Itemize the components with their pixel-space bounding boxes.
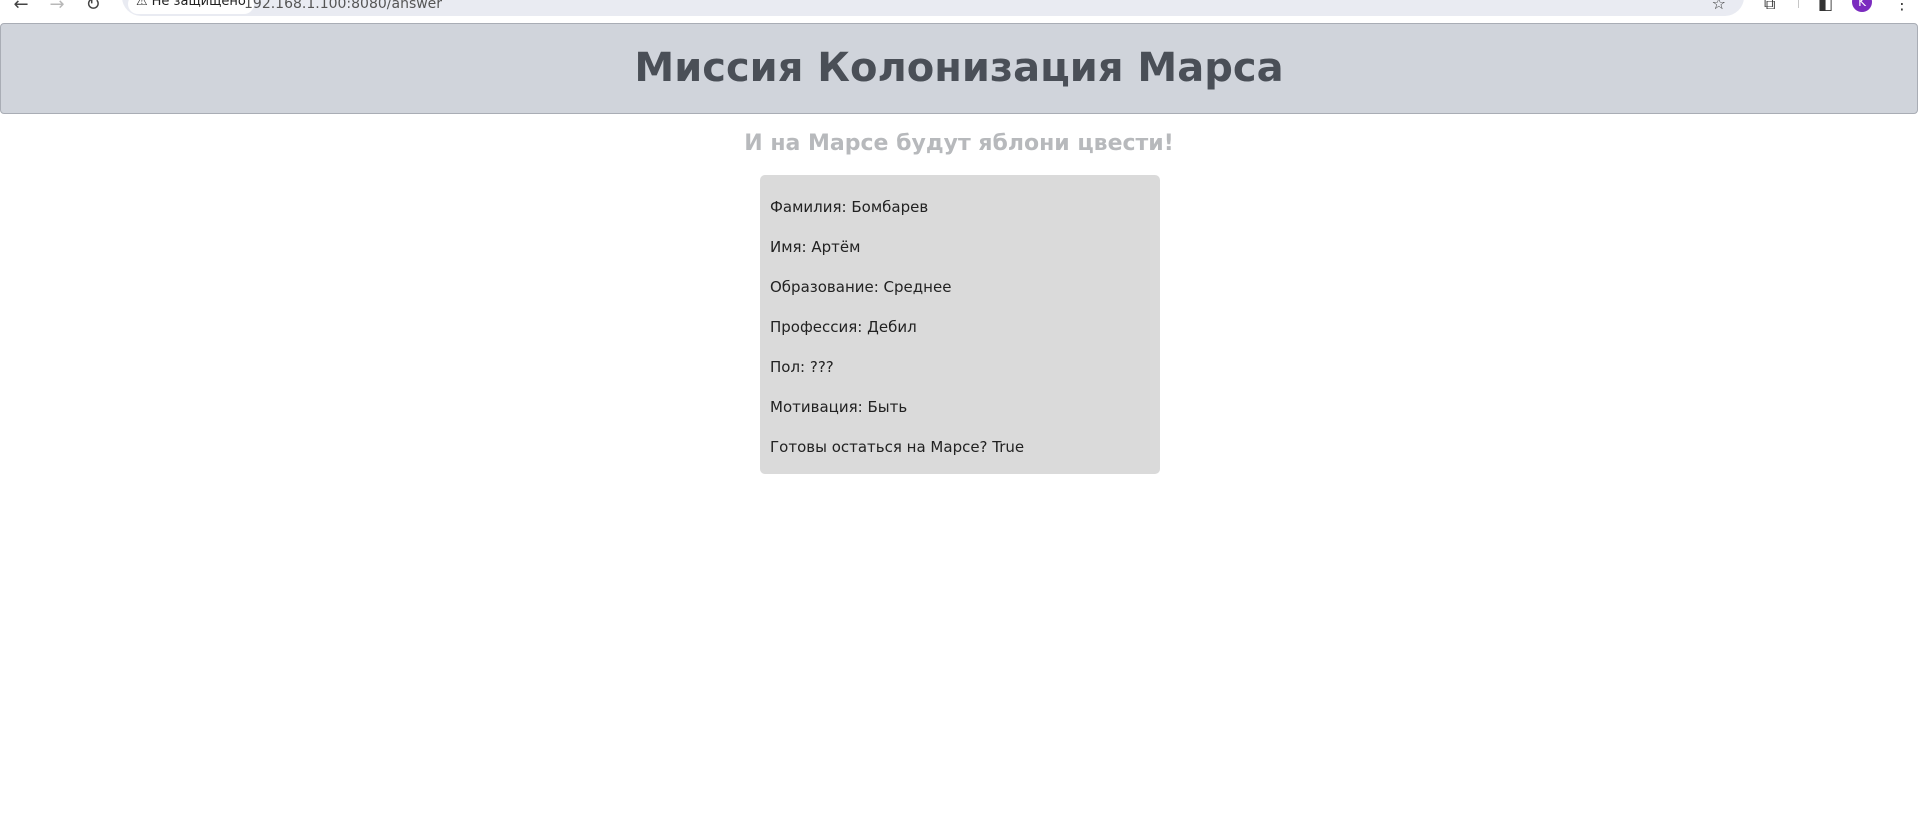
answer-motivation: Мотивация: Быть bbox=[770, 398, 908, 416]
page-header: Миссия Колонизация Марса bbox=[0, 23, 1918, 114]
answer-sex: Пол: ??? bbox=[770, 358, 834, 376]
profile-avatar[interactable]: K bbox=[1852, 0, 1872, 12]
side-panel-icon[interactable]: ◧ bbox=[1818, 0, 1833, 13]
answer-name: Имя: Артём bbox=[770, 238, 861, 256]
answer-ready-to-stay: Готовы остаться на Марсе? True bbox=[770, 438, 1025, 456]
page-subtitle: И на Марсе будут яблони цвести! bbox=[744, 131, 1174, 156]
answer-education: Образование: Среднее bbox=[770, 278, 952, 296]
security-label: Не защищено bbox=[151, 0, 246, 9]
browser-toolbar: ← → ↻ ⚠ Не защищено 192.168.1.100:8080/an… bbox=[0, 0, 1918, 22]
reload-icon[interactable]: ↻ bbox=[82, 0, 104, 16]
security-indicator[interactable]: ⚠ Не защищено bbox=[128, 0, 254, 14]
extensions-icon[interactable]: ⧉ bbox=[1764, 0, 1775, 14]
answer-surname: Фамилия: Бомбарев bbox=[770, 198, 929, 216]
bookmark-star-icon[interactable]: ☆ bbox=[1712, 0, 1726, 13]
url-text[interactable]: 192.168.1.100:8080/answer bbox=[244, 0, 442, 12]
address-bar[interactable]: ⚠ Не защищено 192.168.1.100:8080/answer ☆ bbox=[122, 0, 1744, 16]
answer-card: Фамилия: Бомбарев Имя: Артём Образование… bbox=[760, 175, 1160, 474]
back-icon[interactable]: ← bbox=[10, 0, 32, 16]
menu-kebab-icon[interactable]: ⋮ bbox=[1894, 0, 1910, 13]
toolbar-divider bbox=[1798, 0, 1799, 8]
answer-profession: Профессия: Дебил bbox=[770, 318, 917, 336]
forward-icon[interactable]: → bbox=[46, 0, 68, 16]
warning-icon: ⚠ bbox=[136, 0, 148, 9]
page-title: Миссия Колонизация Марса bbox=[634, 45, 1284, 91]
